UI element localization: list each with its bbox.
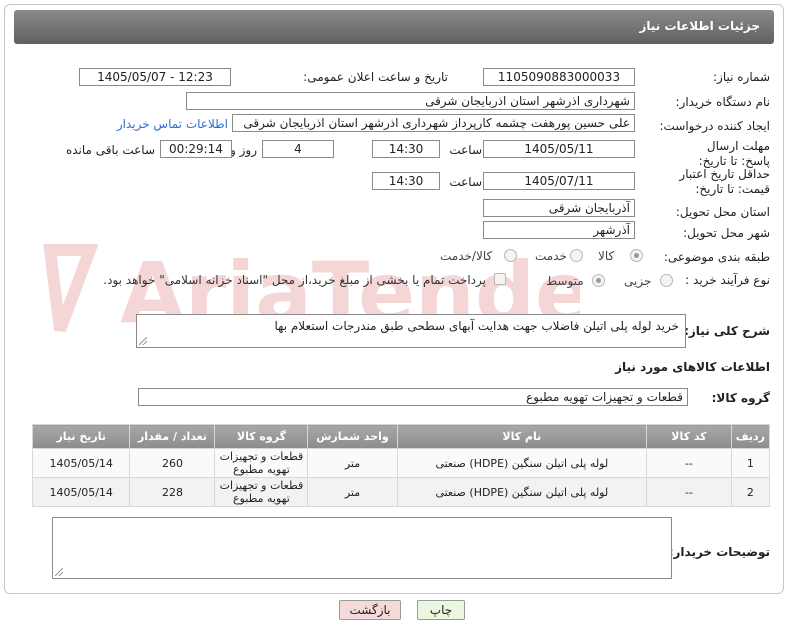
buyer-notes-textarea[interactable] xyxy=(52,517,672,579)
col-unit: واحد شمارش xyxy=(307,424,398,449)
process-minor-option: جزیی xyxy=(624,274,652,288)
cell-goods-group: قطعات و تجهیزات تهویه مطبوع xyxy=(214,477,309,507)
cell-need-date: 1405/05/14 xyxy=(31,477,131,507)
province-field: آذربایجان شرقی xyxy=(483,199,635,217)
goods-group-label: گروه کالا: xyxy=(711,391,770,405)
price-validity-label: حداقل تاریخ اعتبار قیمت: تا تاریخ: xyxy=(679,167,770,196)
price-validity-time-field: 14:30 xyxy=(372,172,440,190)
buyer-contact-link[interactable]: اطلاعات تماس خریدار xyxy=(117,117,228,131)
category-goods-service-option: کالا/خدمت xyxy=(440,249,493,263)
deadline-time-label: ساعت xyxy=(449,143,482,157)
back-button[interactable]: بازگشت xyxy=(339,600,401,620)
resize-grip-icon[interactable] xyxy=(139,337,147,345)
col-item-code: کد کالا xyxy=(646,424,732,449)
category-goods-option: کالا xyxy=(598,249,615,263)
purchase-process-label: نوع فرآیند خرید : xyxy=(685,273,770,287)
cell-goods-group: قطعات و تجهیزات تهویه مطبوع xyxy=(214,448,309,478)
table-row: 1 -- لوله پلی اتیلن سنگین (HDPE) صنعتی م… xyxy=(31,448,771,478)
need-number-field: 1105090883000033 xyxy=(483,68,635,86)
col-goods-group: گروه کالا xyxy=(214,424,309,449)
province-label: استان محل تحویل: xyxy=(675,205,770,219)
need-number-label: شماره نیاز: xyxy=(713,70,770,84)
table-row: 2 -- لوله پلی اتیلن سنگین (HDPE) صنعتی م… xyxy=(31,477,771,507)
cell-quantity: 260 xyxy=(129,448,216,478)
description-text: خرید لوله پلی اتیلن فاضلاب جهت هدایت آبه… xyxy=(274,319,679,333)
goods-group-field: قطعات و تجهیزات تهویه مطبوع xyxy=(138,388,688,406)
cell-item-code: -- xyxy=(646,477,732,507)
cell-item-name: لوله پلی اتیلن سنگین (HDPE) صنعتی xyxy=(396,448,648,478)
days-remaining-field: 4 xyxy=(262,140,334,158)
treasury-payment-checkbox[interactable] xyxy=(494,273,506,285)
category-service-option: خدمت xyxy=(535,249,567,263)
col-quantity: تعداد / مقدار xyxy=(129,424,216,449)
buyer-org-field: شهرداری اذرشهر استان اذربایجان شرقی xyxy=(186,92,635,110)
city-field: آذرشهر xyxy=(483,221,635,239)
deadline-date-field: 1405/05/11 xyxy=(483,140,635,158)
resize-grip-icon[interactable] xyxy=(55,568,63,576)
remaining-time-label: ساعت باقی مانده xyxy=(65,143,155,157)
announce-date-label: تاریخ و ساعت اعلان عمومی: xyxy=(303,70,448,84)
price-validity-date-field: 1405/07/11 xyxy=(483,172,635,190)
cell-need-date: 1405/05/14 xyxy=(31,448,131,478)
city-label: شهر محل تحویل: xyxy=(683,226,770,240)
process-medium-option: متوسط xyxy=(546,274,584,288)
process-medium-radio[interactable] xyxy=(592,274,605,287)
deadline-label: مهلت ارسال پاسخ: تا تاریخ: xyxy=(698,139,770,168)
deadline-time-field: 14:30 xyxy=(372,140,440,158)
description-textarea[interactable]: خرید لوله پلی اتیلن فاضلاب جهت هدایت آبه… xyxy=(136,314,686,348)
cell-unit: متر xyxy=(307,477,398,507)
goods-table: ردیف کد کالا نام کالا واحد شمارش گروه کا… xyxy=(31,424,771,507)
cell-item-code: -- xyxy=(646,448,732,478)
category-goods-service-radio[interactable] xyxy=(504,249,517,262)
process-minor-radio[interactable] xyxy=(660,274,673,287)
col-item-name: نام کالا xyxy=(396,424,648,449)
creator-field: علی حسین پورهفت چشمه کارپرداز شهرداری اذ… xyxy=(232,114,635,132)
col-need-date: تاریخ نیاز xyxy=(31,424,131,449)
cell-row-number: 1 xyxy=(730,448,771,478)
creator-label: ایجاد کننده درخواست: xyxy=(659,119,770,133)
category-label: طبقه بندی موضوعی: xyxy=(663,250,770,264)
buyer-org-label: نام دستگاه خریدار: xyxy=(675,95,771,109)
print-button[interactable]: چاپ xyxy=(417,600,465,620)
days-label: روز و xyxy=(230,143,257,157)
table-header-row: ردیف کد کالا نام کالا واحد شمارش گروه کا… xyxy=(31,424,771,449)
panel-header: جزئیات اطلاعات نیاز xyxy=(14,10,774,44)
cell-quantity: 228 xyxy=(129,477,216,507)
buyer-notes-label: توضیحات خریدار: xyxy=(668,545,770,559)
price-validity-time-label: ساعت xyxy=(449,175,482,189)
category-goods-radio[interactable] xyxy=(630,249,643,262)
remaining-time-field: 00:29:14 xyxy=(160,140,232,158)
col-row-number: ردیف xyxy=(730,424,771,449)
cell-item-name: لوله پلی اتیلن سنگین (HDPE) صنعتی xyxy=(396,477,648,507)
page-title: جزئیات اطلاعات نیاز xyxy=(639,19,760,33)
goods-info-title: اطلاعات کالاهای مورد نیاز xyxy=(615,360,770,374)
cell-unit: متر xyxy=(307,448,398,478)
description-label: شرح کلی نیاز: xyxy=(684,324,770,338)
category-service-radio[interactable] xyxy=(570,249,583,262)
cell-row-number: 2 xyxy=(730,477,771,507)
treasury-payment-note: پرداخت تمام یا بخشی از مبلغ خرید،از محل … xyxy=(103,273,486,287)
announce-date-field: 1405/05/07 - 12:23 xyxy=(79,68,231,86)
